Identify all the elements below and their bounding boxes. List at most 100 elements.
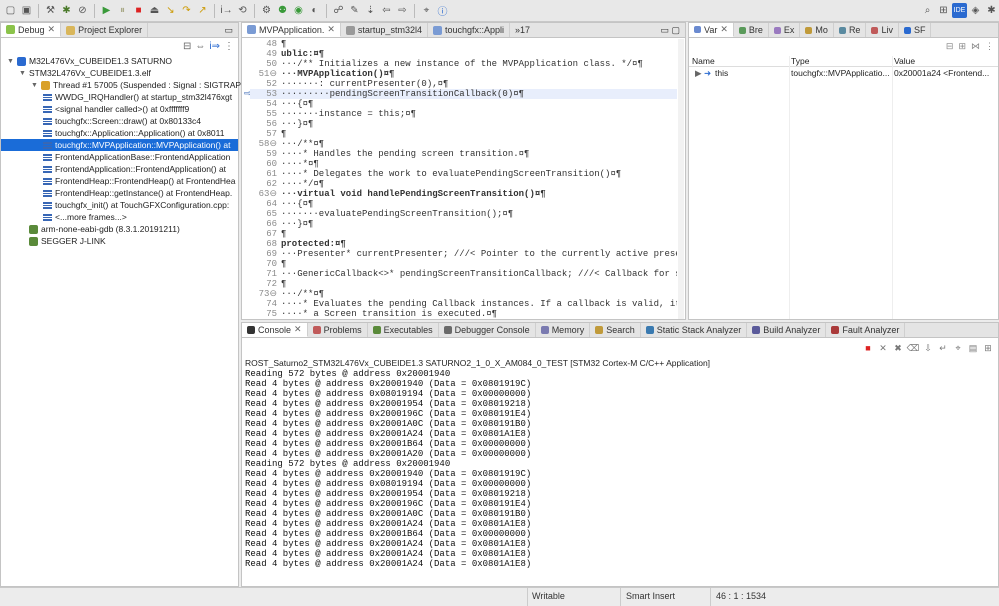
info-icon[interactable]: ⓘ: [435, 3, 450, 18]
collapse-all-icon[interactable]: ⊟: [946, 41, 954, 52]
step-into-icon[interactable]: ↘: [163, 3, 178, 18]
code-line[interactable]: 62 ····*/¤¶: [250, 179, 677, 189]
expand-icon[interactable]: ▼: [31, 82, 38, 89]
code-line[interactable]: 56 ···}¤¶: [250, 119, 677, 129]
code-line[interactable]: 69 ···Presenter* currentPresenter; ///< P…: [250, 249, 677, 259]
tree-item[interactable]: FrontendHeap::FrontendHeap() at Frontend…: [1, 175, 236, 187]
skip-breakpoints-icon[interactable]: ⊘: [75, 3, 90, 18]
tree-item[interactable]: ▼ M32L476Vx_CUBEIDE1.3 SATURNO: [1, 55, 172, 67]
code-line[interactable]: 48 ¶: [250, 39, 677, 49]
tab-console[interactable]: Console ✕: [242, 323, 308, 337]
view-menu-icon[interactable]: ⋮: [985, 41, 994, 52]
tab-debugger-console[interactable]: Debugger Console: [439, 323, 536, 337]
code-line[interactable]: 55 ·······instance = this;¤¶: [250, 109, 677, 119]
tab-project-explorer[interactable]: Project Explorer: [61, 23, 149, 37]
code-line[interactable]: 54 ···{¤¶: [250, 99, 677, 109]
tree-item[interactable]: FrontendApplication::FrontendApplication…: [1, 163, 226, 175]
clear-console-icon[interactable]: ⌫: [907, 342, 920, 354]
tab-debug[interactable]: Debug ✕: [1, 23, 62, 37]
code-line[interactable]: 67 ¶: [250, 229, 677, 239]
next-annotation-icon[interactable]: ⇣: [363, 3, 378, 18]
code-line[interactable]: 65 ·······evaluatePendingScreenTransition…: [250, 209, 677, 219]
code-line[interactable]: 61 ····* Delegates the work to evaluatePe…: [250, 169, 677, 179]
console-output[interactable]: Reading 572 bytes @ address 0x20001940 Re…: [245, 369, 995, 584]
code-line[interactable]: 51⊖ ···MVPApplication()¤¶: [250, 69, 677, 79]
tab-static-stack-analyzer[interactable]: Static Stack Analyzer: [641, 323, 748, 337]
tab-mo[interactable]: Mo: [800, 23, 834, 37]
code-line[interactable]: 73⊖ ···/**¤¶: [250, 289, 677, 299]
back-icon[interactable]: ⇦: [379, 3, 394, 18]
code-line[interactable]: 70 ¶: [250, 259, 677, 269]
disconnect-icon[interactable]: ⏏: [147, 3, 162, 18]
suspend-icon[interactable]: ⏸: [115, 3, 130, 18]
tree-item[interactable]: arm-none-eabi-gdb (8.3.1.20191211): [1, 223, 180, 235]
editor-scrollbar[interactable]: [678, 39, 684, 319]
code-line[interactable]: 50 ···/** Initializes a new instance of t…: [250, 59, 677, 69]
tree-item[interactable]: FrontendApplicationBase::FrontendApplica…: [1, 151, 230, 163]
word-wrap-icon[interactable]: ↵: [937, 342, 949, 354]
scroll-lock-icon[interactable]: ⇩: [922, 342, 934, 354]
ide-perspective-icon[interactable]: IDE: [952, 3, 967, 18]
new-console-icon[interactable]: ⊞: [982, 342, 994, 354]
tree-item[interactable]: <...more frames...>: [1, 211, 127, 223]
save-icon[interactable]: ▣: [19, 3, 34, 18]
tab-problems[interactable]: Problems: [308, 323, 368, 337]
open-type-icon[interactable]: ✎: [347, 3, 362, 18]
tree-item[interactable]: WWDG_IRQHandler() at startup_stm32l476xg…: [1, 91, 232, 103]
step-mode-icon[interactable]: i⇒: [209, 41, 220, 52]
expand-icon[interactable]: ▼: [19, 70, 26, 77]
pin-console-icon[interactable]: ⌖: [952, 342, 964, 354]
tree-item[interactable]: FrontendHeap::getInstance() at FrontendH…: [1, 187, 232, 199]
code-line[interactable]: 52 ·······: currentPresenter(0),¤¶: [250, 79, 677, 89]
close-icon[interactable]: ✕: [327, 24, 335, 35]
tree-item[interactable]: ▼ Thread #1 57005 (Suspended : Signal : S…: [1, 79, 243, 91]
instruction-step-icon[interactable]: i→: [219, 3, 234, 18]
code-line[interactable]: 58⊖ ···/**¤¶: [250, 139, 677, 149]
tree-item[interactable]: SEGGER J-LINK: [1, 235, 106, 247]
tree-item[interactable]: touchgfx_init() at TouchGFXConfiguration…: [1, 199, 229, 211]
external-tools-icon[interactable]: ⚙: [259, 3, 274, 18]
search-tool-icon[interactable]: ☍: [331, 3, 346, 18]
expand-icon[interactable]: ▶: [695, 68, 702, 79]
tab-ex[interactable]: Ex: [769, 23, 801, 37]
minimize-icon[interactable]: ▭ ▢: [655, 23, 685, 37]
step-return-icon[interactable]: ↗: [195, 3, 210, 18]
code-line[interactable]: 75 ····* a Screen transition is executed.…: [250, 309, 677, 319]
minimize-icon[interactable]: ▭: [219, 23, 238, 37]
expand-icon[interactable]: ▼: [7, 58, 14, 65]
code-line[interactable]: 59 ····* Handles the pending screen trans…: [250, 149, 677, 159]
link-icon[interactable]: ⇔: [195, 41, 205, 52]
terminate-icon[interactable]: ■: [131, 3, 146, 18]
step-over-icon[interactable]: ↷: [179, 3, 194, 18]
tab-bre[interactable]: Bre: [734, 23, 769, 37]
code-line[interactable]: 71 ···GenericCallback<>* pendingScreenTra…: [250, 269, 677, 279]
remove-all-icon[interactable]: ✖: [892, 342, 904, 354]
logical-structure-icon[interactable]: ⋈: [971, 41, 980, 52]
new-icon[interactable]: ▢: [3, 3, 18, 18]
tab-fault-analyzer[interactable]: Fault Analyzer: [826, 323, 906, 337]
tab-touchgfx-application[interactable]: touchgfx::Appli: [428, 23, 511, 37]
tree-item[interactable]: <signal handler called>() at 0xfffffff9: [1, 103, 189, 115]
terminate-icon[interactable]: ■: [862, 342, 874, 354]
column-value[interactable]: Value: [894, 56, 915, 66]
tab-re[interactable]: Re: [834, 23, 867, 37]
close-icon[interactable]: ✕: [294, 324, 302, 335]
restart-icon[interactable]: ⟲: [235, 3, 250, 18]
code-line[interactable]: 68 protected:¤¶: [250, 239, 677, 249]
code-line[interactable]: 60 ····*¤¶: [250, 159, 677, 169]
build-icon[interactable]: ⚒: [43, 3, 58, 18]
tree-item[interactable]: ▼ STM32L476Vx_CUBEIDE1.3.elf: [1, 67, 151, 79]
code-line[interactable]: 63⊖ ···virtual void handlePendingScreenTr…: [250, 189, 677, 199]
code-line[interactable]: 64 ···{¤¶: [250, 199, 677, 209]
close-icon[interactable]: ✕: [720, 24, 728, 35]
code-line[interactable]: 72 ¶: [250, 279, 677, 289]
tab-search[interactable]: Search: [590, 323, 641, 337]
tree-item[interactable]: touchgfx::Screen::draw() at 0x80133c4: [1, 115, 201, 127]
show-type-names-icon[interactable]: ⊞: [958, 41, 966, 52]
close-icon[interactable]: ✕: [48, 24, 56, 35]
resume-icon[interactable]: ▶: [99, 3, 114, 18]
code-line[interactable]: 66 ···}¤¶: [250, 219, 677, 229]
debug-icon[interactable]: ✱: [59, 3, 74, 18]
cube-perspective-icon[interactable]: ◈: [968, 3, 983, 18]
tab-memory[interactable]: Memory: [536, 323, 591, 337]
